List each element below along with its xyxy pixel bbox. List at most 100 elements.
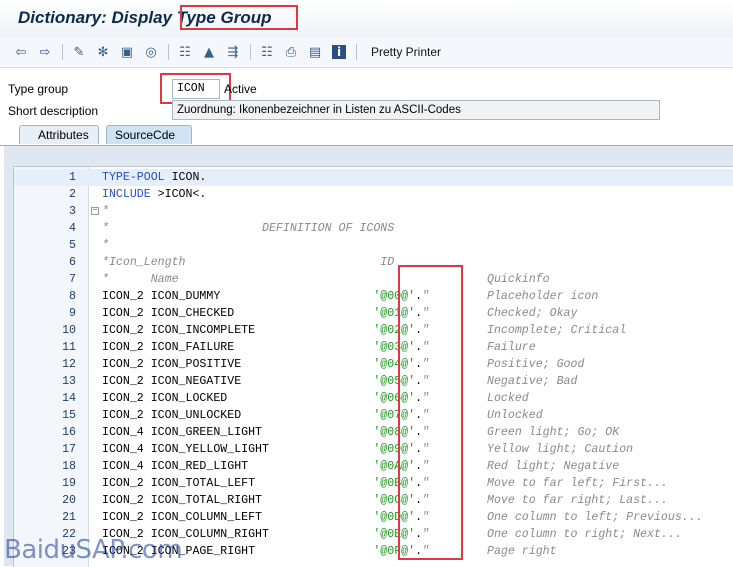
line-number: 13 [62,375,76,388]
code-text: ICON_2 ICON_TOTAL_LEFT '@0B@'." [102,475,429,492]
code-line[interactable]: 6 *Icon_Length ID [14,254,733,271]
code-line[interactable]: 21 ICON_2 ICON_COLUMN_LEFT '@0D@'." One co… [14,509,733,526]
code-token: ICON_2 ICON_COLUMN_LEFT [102,511,374,524]
source-code-editor[interactable]: 1 TYPE-POOL ICON. 2 INCLUDE >ICON<. 3− * 4 * DE… [13,166,733,567]
short-description-label: Short description [8,104,99,118]
code-token: ICON_2 ICON_LOCKED [102,392,374,405]
line-number: 18 [62,460,76,473]
line-number: 4 [69,222,76,235]
code-token: ICON_2 ICON_NEGATIVE [102,375,374,388]
quickinfo-comment: Move to far right; Last... [487,494,668,507]
activate-icon[interactable]: ▣ [118,43,136,61]
display-object-list-icon[interactable]: ▤ [306,43,324,61]
collapse-block-icon[interactable]: − [91,207,99,215]
line-number: 7 [69,273,76,286]
line-number: 1 [69,171,76,184]
code-text: * [102,203,109,220]
code-line[interactable]: 4 * DEFINITION OF ICONS [14,220,733,237]
code-token: ICON_4 ICON_YELLOW_LIGHT [102,443,374,456]
line-number: 11 [62,341,76,354]
navigate-icon[interactable]: ⇶ [224,43,242,61]
code-line[interactable]: 2 INCLUDE >ICON<. [14,186,733,203]
line-number: 12 [62,358,76,371]
code-text: * Name [102,271,179,288]
code-token: ICON_2 ICON_FAILURE [102,341,374,354]
title-highlight-box [180,5,298,30]
toolbar-separator [356,44,357,60]
line-number: 8 [69,290,76,303]
other-object-icon[interactable]: ✻ [94,43,112,61]
code-line[interactable]: 8 ICON_2 ICON_DUMMY '@00@'." Placeholder i… [14,288,733,305]
back-arrow-icon[interactable]: ⇦ [12,43,30,61]
code-line[interactable]: 15 ICON_2 ICON_UNLOCKED '@07@'." Unlocked [14,407,733,424]
display-change-icon[interactable]: ✎ [70,43,88,61]
code-line[interactable]: 1 TYPE-POOL ICON. [14,169,733,186]
code-text: ICON_2 ICON_TOTAL_RIGHT '@0C@'." [102,492,429,509]
quickinfo-comment: Page right [487,545,557,558]
check-icon[interactable]: ◎ [142,43,160,61]
code-text: *Icon_Length ID [102,254,394,271]
code-line[interactable]: 5 * [14,237,733,254]
code-text: ICON_4 ICON_RED_LIGHT '@0A@'." [102,458,429,475]
line-number: 19 [62,477,76,490]
tab-attributes[interactable]: Attributes [19,125,99,144]
code-text: ICON_2 ICON_COLUMN_LEFT '@0D@'." [102,509,429,526]
code-line[interactable]: 11 ICON_2 ICON_FAILURE '@03@'." Failure [14,339,733,356]
code-text: INCLUDE >ICON<. [102,186,206,203]
quickinfo-comment: Negative; Bad [487,375,578,388]
code-text: ICON_4 ICON_GREEN_LIGHT '@08@'." [102,424,429,441]
pretty-printer-button[interactable]: Pretty Printer [371,45,441,59]
quickinfo-comment: Green light; Go; OK [487,426,620,439]
quickinfo-comment: Placeholder icon [487,290,599,303]
title-bar: Dictionary: Display Type Group [0,0,733,39]
tab-source-code[interactable]: SourceCde [106,125,192,144]
code-line[interactable]: 12 ICON_2 ICON_POSITIVE '@04@'." Positive;… [14,356,733,373]
keyword-token: TYPE-POOL [102,171,165,184]
tab-source-code-label: SourceCde [115,128,176,142]
code-token: ICON_2 ICON_CHECKED [102,307,374,320]
line-number: 14 [62,392,76,405]
forward-arrow-icon[interactable]: ⇨ [36,43,54,61]
line-number: 10 [62,324,76,337]
quickinfo-comment: Locked [487,392,529,405]
code-text: ICON_2 ICON_LOCKED '@06@'." [102,390,429,407]
short-description-field[interactable]: Zuordnung: Ikonenbezeichner in Listen zu… [172,100,660,120]
code-text: ICON_2 ICON_DUMMY '@00@'." [102,288,429,305]
quickinfo-comment: Failure [487,341,536,354]
where-used-icon[interactable]: ☷ [176,43,194,61]
watermark: BaiduSAP.com [4,535,183,565]
code-line[interactable]: 9 ICON_2 ICON_CHECKED '@01@'." Checked; Ok… [14,305,733,322]
application-toolbar: ⇦ ⇨ ✎ ✻ ▣ ◎ ☷ ▲ ⇶ ☷ ⎙ ▤ i Pretty Printer [0,38,733,68]
code-token: ICON_2 ICON_INCOMPLETE [102,324,374,337]
code-line[interactable]: 20 ICON_2 ICON_TOTAL_RIGHT '@0C@'." Move t… [14,492,733,509]
code-line[interactable]: 18 ICON_4 ICON_RED_LIGHT '@0A@'." Red ligh… [14,458,733,475]
window-title-prefix: Dictionary: Display [18,8,177,27]
code-text: ICON_2 ICON_FAILURE '@03@'." [102,339,429,356]
code-line[interactable]: 16 ICON_4 ICON_GREEN_LIGHT '@08@'." Green … [14,424,733,441]
code-line[interactable]: 10 ICON_2 ICON_INCOMPLETE '@02@'." Incompl… [14,322,733,339]
print-icon[interactable]: ⎙ [282,43,300,61]
tab-attributes-label: Attributes [38,128,89,142]
line-number: 3 [69,205,76,218]
comment-token: * [102,205,109,218]
info-icon[interactable]: i [332,45,346,59]
code-token: ICON_4 ICON_GREEN_LIGHT [102,426,374,439]
code-line[interactable]: 7 * Name Quickinfo [14,271,733,288]
code-line[interactable]: 14 ICON_2 ICON_LOCKED '@06@'." Locked [14,390,733,407]
line-number: 9 [69,307,76,320]
quickinfo-comment: Red light; Negative [487,460,620,473]
quickinfo-comment: One column to left; Previous... [487,511,703,524]
code-line[interactable]: 19 ICON_2 ICON_TOTAL_LEFT '@0B@'." Move to… [14,475,733,492]
code-token: >ICON<. [150,188,207,201]
code-text: * [102,237,109,254]
position-icon[interactable]: ▲ [200,43,218,61]
type-group-label: Type group [8,82,69,96]
quickinfo-comment: Move to far left; First... [487,477,668,490]
code-text: ICON_2 ICON_NEGATIVE '@05@'." [102,373,429,390]
toolbar-separator [168,44,169,60]
code-line[interactable]: 13 ICON_2 ICON_NEGATIVE '@05@'." Negative;… [14,373,733,390]
code-line[interactable]: 3 − * [14,203,733,220]
line-number: 21 [62,511,76,524]
code-line[interactable]: 17 ICON_4 ICON_YELLOW_LIGHT '@09@'." Yello… [14,441,733,458]
hierarchy-icon[interactable]: ☷ [258,43,276,61]
